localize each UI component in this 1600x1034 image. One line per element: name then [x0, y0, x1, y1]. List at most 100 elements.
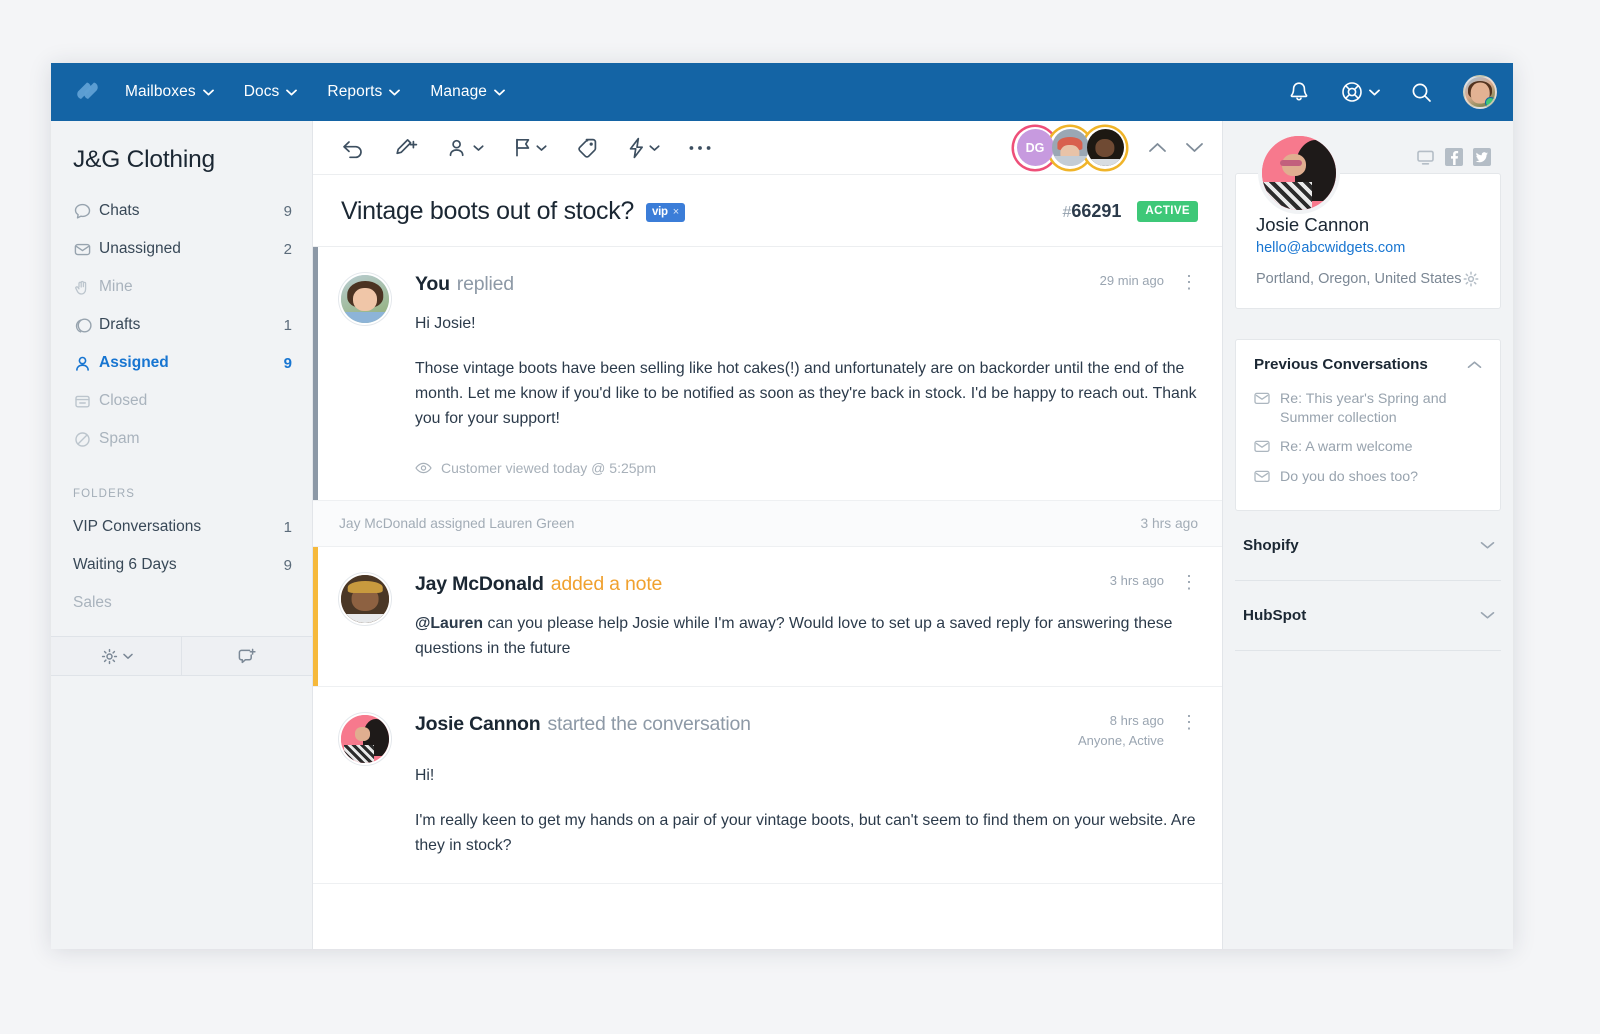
nav-item-reports[interactable]: Reports [327, 83, 401, 101]
integration-shopify[interactable]: Shopify [1235, 511, 1501, 581]
avatar-wrap[interactable] [1084, 126, 1126, 169]
nav-item-manage[interactable]: Manage [430, 83, 505, 101]
folder-label: VIP Conversations [73, 518, 202, 535]
status-button[interactable] [512, 136, 547, 159]
sidebar-item-mine[interactable]: Mine [51, 268, 312, 306]
sidebar-folder-sales[interactable]: Sales [51, 584, 312, 622]
chevron-down-icon[interactable] [1480, 540, 1495, 550]
remove-tag-icon[interactable]: × [673, 206, 679, 218]
top-navigation-bar: Mailboxes Docs Reports Manage [51, 63, 1513, 121]
account-avatar[interactable] [1463, 75, 1497, 109]
sidebar-item-count: 2 [283, 240, 292, 258]
mention[interactable]: @Lauren [415, 615, 483, 632]
conversation-title: Vintage boots out of stock? vip × [341, 197, 685, 226]
monitor-icon[interactable] [1416, 149, 1435, 166]
sidebar-item-label: Unassigned [99, 240, 181, 257]
sidebar-item-label: Drafts [99, 316, 141, 333]
message-options-button[interactable]: ⋮ [1180, 573, 1198, 591]
sidebar-item-label: Assigned [99, 354, 169, 371]
reply-button[interactable] [341, 137, 366, 159]
avatar-art [341, 312, 389, 323]
sidebar-item-spam[interactable]: Spam [51, 420, 312, 458]
folder-label: Sales [73, 594, 112, 611]
chevron-down-icon [649, 144, 660, 152]
sidebar-folder-waiting-6-days[interactable]: Waiting 6 Days 9 [51, 546, 312, 584]
integration-hubspot[interactable]: HubSpot [1235, 581, 1501, 651]
sidebar-item-drafts[interactable]: Drafts 1 [51, 306, 312, 344]
facebook-icon[interactable] [1445, 148, 1463, 166]
assign-button[interactable] [447, 137, 484, 159]
sidebar-item-chats[interactable]: Chats 9 [51, 192, 312, 230]
mailbox-settings-button[interactable] [51, 637, 181, 675]
previous-conversation-item[interactable]: Re: This year's Spring and Summer collec… [1254, 385, 1482, 433]
customer-avatar[interactable] [1258, 132, 1340, 214]
twitter-icon[interactable] [1473, 148, 1491, 166]
sidebar-item-count: 9 [283, 202, 292, 220]
previous-conversation-item[interactable]: Re: A warm welcome [1254, 433, 1482, 462]
avatar-art [355, 727, 370, 741]
more-options-button[interactable] [688, 144, 712, 152]
sidebar-item-assigned[interactable]: Assigned 9 [51, 344, 312, 382]
nav-item-label: Docs [243, 83, 280, 100]
conversation-nav [1148, 141, 1204, 154]
folder-count: 9 [283, 556, 292, 574]
next-conversation-button[interactable] [1185, 141, 1204, 154]
vip-tag-label: vip [652, 206, 668, 218]
integration-name: HubSpot [1243, 606, 1307, 624]
message-paragraph: @Lauren can you please help Josie while … [415, 612, 1198, 662]
assignee-avatar-photo [1086, 129, 1124, 166]
customer-location-row: Portland, Oregon, United States [1256, 270, 1480, 288]
envelope-icon [1254, 468, 1270, 487]
customer-name: Josie Cannon [1256, 214, 1370, 235]
nav-right-group [1288, 75, 1497, 109]
bell-icon[interactable] [1288, 80, 1310, 104]
message-meta: 8 hrs ago Anyone, Active [1060, 713, 1164, 748]
workflow-button[interactable] [627, 136, 660, 160]
eye-icon [415, 462, 432, 474]
chevron-down-icon[interactable] [1480, 610, 1495, 620]
message-action: started the conversation [547, 712, 751, 735]
pencil-plus-icon [394, 136, 419, 159]
social-links [1416, 148, 1491, 166]
tag-button[interactable] [575, 136, 599, 160]
new-conversation-button[interactable] [181, 637, 312, 675]
message-author: Josie Cannon [415, 712, 541, 735]
sidebar-folder-list: Chats 9 Unassigned 2 Mine Drafts 1 Assig… [51, 192, 312, 462]
message-meta: 29 min ago [1082, 273, 1164, 288]
sidebar-footer [51, 636, 312, 676]
chevron-down-icon [122, 653, 133, 660]
previous-conversation-item[interactable]: Do you do shoes too? [1254, 463, 1482, 492]
vip-tag[interactable]: vip × [646, 203, 685, 222]
helpscout-logo-icon[interactable] [73, 77, 103, 107]
message-options-button[interactable]: ⋮ [1180, 273, 1198, 291]
previous-conversation-button[interactable] [1148, 141, 1167, 154]
ellipsis-icon [688, 144, 712, 152]
sidebar-item-unassigned[interactable]: Unassigned 2 [51, 230, 312, 268]
lifebuoy-help-icon[interactable] [1340, 80, 1380, 104]
section-title: Previous Conversations [1254, 356, 1428, 373]
avatar-wrap[interactable]: DG [1014, 126, 1056, 169]
gear-icon[interactable] [1462, 270, 1480, 288]
message-paragraph-rest: can you please help Josie while I'm away… [415, 614, 1173, 657]
message-header: You replied 29 min ago ⋮ [415, 273, 1198, 296]
customer-card: Josie Cannon hello@abcwidgets.com Portla… [1235, 132, 1501, 309]
message-note: Jay McDonald added a note 3 hrs ago ⋮ @La… [313, 546, 1222, 686]
chevron-up-icon[interactable] [1467, 360, 1482, 370]
message-timestamp: 29 min ago [1099, 273, 1164, 288]
sidebar-item-closed[interactable]: Closed [51, 382, 312, 420]
message-paragraph: I'm really keen to get my hands on a pai… [415, 811, 1196, 854]
compose-button[interactable] [394, 136, 419, 159]
sidebar-item-label: Chats [99, 202, 140, 219]
app-window: Mailboxes Docs Reports Manage J&G Clothi… [51, 63, 1513, 949]
message-options-button[interactable]: ⋮ [1180, 713, 1198, 731]
nav-item-mailboxes[interactable]: Mailboxes [125, 83, 214, 101]
nav-item-docs[interactable]: Docs [244, 83, 298, 101]
avatar-wrap[interactable] [1049, 126, 1091, 169]
message-author-line: Josie Cannon started the conversation [415, 713, 751, 736]
nav-item-label: Reports [327, 83, 383, 100]
sidebar-folder-vip-conversations[interactable]: VIP Conversations 1 [51, 508, 312, 546]
envelope-icon [1254, 438, 1270, 457]
customer-email[interactable]: hello@abcwidgets.com [1256, 240, 1480, 256]
message-paragraph: Hi! [415, 766, 435, 784]
search-icon[interactable] [1410, 81, 1433, 104]
